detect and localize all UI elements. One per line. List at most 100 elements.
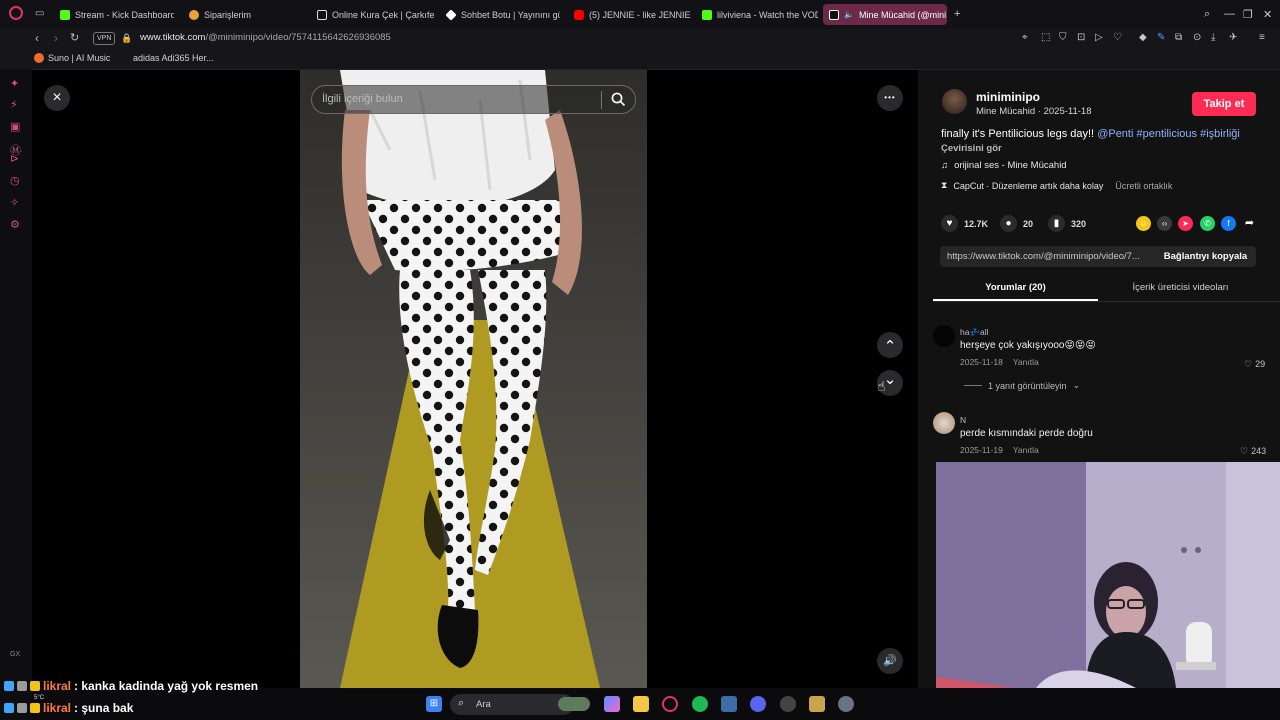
menu-icon[interactable]: ≡ [1259, 32, 1265, 43]
search-placeholder: İlgili içeriği bulun [322, 93, 403, 105]
tab-comments[interactable]: Yorumlar (20) [933, 282, 1098, 293]
bookmark-suno[interactable]: Suno | AI Music [34, 53, 110, 63]
comment-text: herşeye çok yakışıyooo😝😝😝 [960, 340, 1096, 351]
search-tabs-icon[interactable]: ⌕ [1204, 8, 1210, 21]
app-icon[interactable] [721, 696, 737, 712]
play-icon[interactable]: ▷ [1095, 32, 1103, 43]
comment-avatar[interactable] [933, 325, 955, 347]
tab-online-kura[interactable]: Online Kura Çek | Çarkıfel [311, 4, 435, 25]
opera-gx-icon[interactable] [662, 696, 678, 712]
volume-button[interactable]: 🔊 [877, 648, 903, 674]
extensions-icon[interactable]: ✧ [10, 196, 19, 209]
messenger-icon[interactable]: ⚡ [10, 98, 18, 111]
new-tab-icon[interactable]: + [954, 8, 960, 20]
video-link[interactable]: https://www.tiktok.com/@miniminipo/video… [947, 251, 1147, 262]
caption-mention[interactable]: @Penti [1097, 128, 1133, 140]
webcam-image [936, 462, 1280, 688]
tab-tiktok-active[interactable]: 🔈 Mine Mücahid (@mini [823, 4, 947, 25]
reply-link[interactable]: Yanıtla [1013, 357, 1039, 367]
caption-hashtags[interactable]: #pentilicious #işbirliği [1137, 128, 1240, 140]
snapshot-icon[interactable]: ⬚ [1041, 32, 1050, 43]
see-translation-link[interactable]: Çevirisini gör [941, 143, 1002, 154]
suno-icon [34, 53, 44, 63]
pin-icon[interactable]: ⌖ [1022, 32, 1028, 43]
bookmark-icon[interactable]: ⊡ [1077, 32, 1085, 43]
creator-username[interactable]: miniminipo [976, 90, 1040, 104]
reload-icon[interactable]: ↻ [70, 31, 79, 44]
comment-like-count: 29 [1255, 359, 1266, 369]
heart-icon[interactable]: ♡ [1113, 32, 1122, 43]
comment-avatar[interactable] [933, 412, 955, 434]
camera-icon[interactable]: ⊙ [1193, 32, 1201, 43]
tab-youtube-jennie[interactable]: (5) JENNIE - like JENNIE ( [568, 4, 690, 25]
previous-video-button[interactable]: ⌃ [877, 332, 903, 358]
send-icon[interactable]: ➤ [1178, 216, 1193, 231]
obs-icon[interactable] [780, 696, 796, 712]
weather-widget[interactable]: 5°C [34, 695, 44, 701]
minimize-icon[interactable]: — [1224, 8, 1235, 20]
maximize-icon[interactable]: ❐ [1243, 8, 1253, 21]
aria-ai-icon[interactable]: ✈ [1229, 32, 1237, 43]
settings-icon[interactable]: ⚙ [10, 218, 20, 231]
history-icon[interactable]: ◷ [10, 174, 20, 187]
emoji-share-icon[interactable]: ☺ [1136, 216, 1151, 231]
follow-button[interactable]: Takip et [1192, 92, 1256, 116]
more-options-button[interactable]: ••• [877, 85, 903, 111]
extension-diamond-icon[interactable]: ◆ [1139, 32, 1147, 43]
comment-author[interactable]: ha💤all [960, 327, 989, 338]
bot-icon [445, 8, 457, 21]
close-video-button[interactable]: × [44, 85, 70, 111]
reply-link[interactable]: Yanıtla [1013, 445, 1039, 455]
player-icon[interactable]: ⊳ [10, 152, 19, 165]
close-window-icon[interactable]: ✕ [1263, 8, 1272, 21]
aria-icon[interactable]: ✦ [10, 77, 19, 90]
translate-icon[interactable]: ✎ [1157, 32, 1165, 43]
forward-icon[interactable]: › [54, 31, 58, 45]
video-frame[interactable] [300, 70, 647, 688]
bookmarks-bar: Suno | AI Music adidas Adi365 Her... [0, 49, 1280, 70]
url-field[interactable]: www.tiktok.com/@miniminipo/video/7574115… [140, 32, 391, 43]
save-stat[interactable]: ▮ 320 [1048, 215, 1086, 232]
tab-creator-videos[interactable]: İçerik üreticisi videoları [1098, 282, 1263, 293]
music-info[interactable]: ♫ orijinal ses - Mine Mücahid [941, 160, 1067, 171]
tab-siparislerim[interactable]: Siparişlerim [183, 4, 303, 25]
windows-start-icon[interactable]: ⊞ [426, 696, 442, 712]
view-replies-button[interactable]: 1 yanıt görüntüleyin ⌄ [964, 380, 1080, 391]
search-icon[interactable] [611, 92, 626, 107]
spotify-icon[interactable] [692, 696, 708, 712]
copy-link-button[interactable]: Bağlantıyı kopyala [1155, 246, 1256, 267]
bookmark-adidas[interactable]: adidas Adi365 Her... [119, 53, 214, 63]
vpn-badge[interactable]: VPN [93, 32, 116, 45]
whatsapp-icon[interactable]: ✆ [1200, 216, 1215, 231]
discord-icon[interactable] [750, 696, 766, 712]
capcut-anchor[interactable]: ⧗ CapCut · Düzenleme artık daha kolay Üc… [941, 180, 1172, 191]
video-image [300, 70, 647, 688]
download-icon[interactable]: ⤓ [1211, 32, 1215, 43]
instagram-icon[interactable]: ▣ [10, 120, 20, 133]
lock-icon[interactable]: 🔒 [121, 33, 132, 44]
comment-author[interactable]: N [960, 415, 966, 425]
like-stat[interactable]: ♥ 12.7K [941, 215, 988, 232]
back-icon[interactable]: ‹ [35, 31, 39, 45]
comment-like[interactable]: ♡ 243 [1240, 446, 1266, 457]
facebook-icon[interactable]: f [1221, 216, 1236, 231]
creator-avatar[interactable] [942, 89, 967, 114]
copilot-icon[interactable] [604, 696, 620, 712]
tab-kick-dashboard[interactable]: Stream - Kick Dashboard [54, 4, 174, 25]
gx-icon[interactable]: GX [10, 651, 20, 658]
embed-icon[interactable]: ‹› [1157, 216, 1172, 231]
tab-lilviviena-vod[interactable]: lilviviena - Watch the VOD [696, 4, 818, 25]
settings-app-icon[interactable] [838, 696, 854, 712]
file-explorer-icon[interactable] [633, 696, 649, 712]
puzzle-icon[interactable]: ⧉ [1175, 32, 1182, 43]
tab-sohbet-botu[interactable]: Sohbet Botu | Yayınını güç [440, 4, 560, 25]
league-icon[interactable] [809, 696, 825, 712]
comment-stat[interactable]: ● 20 [1000, 215, 1033, 232]
tab-list-icon[interactable]: ▭ [35, 8, 44, 19]
comment-like[interactable]: ♡ 29 [1244, 359, 1265, 370]
taskbar-search[interactable]: ⌕ Ara [450, 694, 590, 715]
related-search-bar[interactable]: İlgili içeriği bulun [311, 85, 636, 114]
opera-logo-icon[interactable] [9, 6, 23, 20]
share-arrow-icon[interactable]: ➦ [1242, 216, 1257, 231]
shield-icon[interactable]: ⛉ [1059, 32, 1067, 43]
